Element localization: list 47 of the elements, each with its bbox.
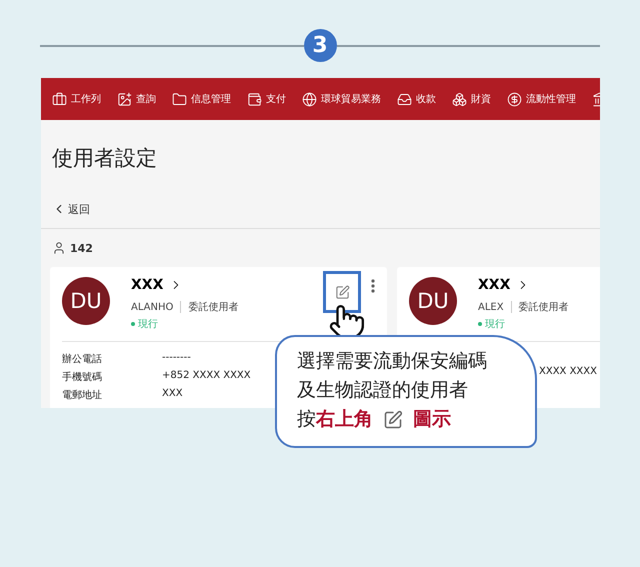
- folder-icon: [172, 92, 187, 106]
- detail-label: 手機號碼: [62, 370, 102, 384]
- more-icon: [371, 279, 375, 293]
- user-name[interactable]: XXX: [478, 277, 510, 293]
- inbox-icon: [397, 92, 412, 106]
- callout-text: 及生物認證的使用者: [297, 378, 468, 403]
- back-link[interactable]: 返回: [52, 200, 600, 218]
- username: ALANHO: [131, 302, 174, 312]
- edit-icon: [383, 410, 403, 430]
- user-icon: [52, 241, 66, 255]
- detail-label: 電郵地址: [62, 388, 102, 402]
- user-role: 委託使用者: [188, 300, 238, 314]
- image-icon: [117, 92, 132, 106]
- nav-item[interactable]: 收款: [397, 92, 436, 106]
- user-role: 委託使用者: [518, 300, 569, 314]
- detail-label: 辦公電話: [62, 352, 102, 366]
- detail-value: --------: [162, 352, 191, 363]
- nav-item[interactable]: 財資: [452, 92, 491, 106]
- detail-value: XXXX XXXX: [539, 366, 597, 377]
- callout-text: 右上角: [316, 407, 373, 432]
- detail-value: +852 XXXX XXXX: [162, 370, 251, 381]
- callout-text: 圖示: [413, 407, 451, 432]
- user-status: 現行: [478, 317, 600, 331]
- callout-text: 選擇需要流動保安編碼: [297, 349, 487, 374]
- user-count: 142: [70, 242, 93, 254]
- more-button[interactable]: [371, 279, 375, 295]
- nav-item[interactable]: 環球貿易業務: [302, 92, 381, 106]
- pencil-icon: [334, 284, 350, 300]
- nav-item[interactable]: 支付: [247, 92, 286, 106]
- user-name[interactable]: XXX: [131, 277, 164, 293]
- dollar-icon: [507, 92, 522, 106]
- username: ALEX: [478, 302, 504, 312]
- wallet-icon: [247, 92, 262, 106]
- avatar: DU: [62, 277, 110, 325]
- nav-item[interactable]: 查詢: [117, 92, 156, 106]
- step-number: 3: [304, 29, 336, 62]
- nav-item[interactable]: 信息管理: [172, 92, 231, 106]
- briefcase-icon: [52, 92, 67, 106]
- detail-value: XXX: [162, 388, 183, 399]
- user-status: 現行: [131, 317, 323, 331]
- boxes-icon: [452, 92, 467, 106]
- nav-item[interactable]: 工作列: [52, 92, 101, 106]
- page-title: 使用者設定: [52, 145, 158, 172]
- globe-icon: [302, 92, 317, 106]
- callout-text: 按: [297, 407, 316, 432]
- nav-item[interactable]: 流動性管理: [507, 92, 576, 106]
- avatar: DU: [409, 277, 457, 325]
